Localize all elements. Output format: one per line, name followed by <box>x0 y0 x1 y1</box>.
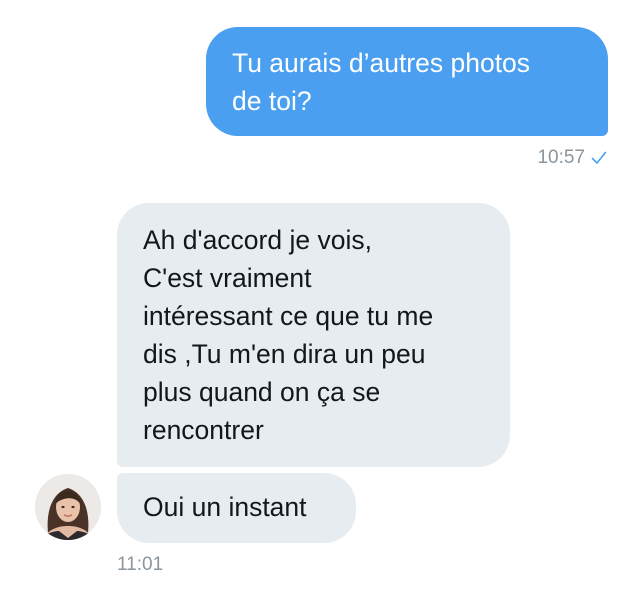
sent-message-bubble[interactable]: Tu aurais d’autres photos de toi? <box>206 27 608 136</box>
checkmark-icon <box>591 150 607 166</box>
sent-message-time: 10:57 <box>537 147 585 168</box>
received-message-bubble[interactable]: Oui un instant <box>117 473 356 543</box>
received-message-time: 11:01 <box>117 554 164 575</box>
sent-message-meta: 10:57 <box>537 144 607 172</box>
received-message-bubble[interactable]: Ah d'accord je vois, C'est vraiment inté… <box>117 203 510 467</box>
user-avatar-photo-icon <box>35 474 101 540</box>
avatar[interactable] <box>35 474 101 540</box>
